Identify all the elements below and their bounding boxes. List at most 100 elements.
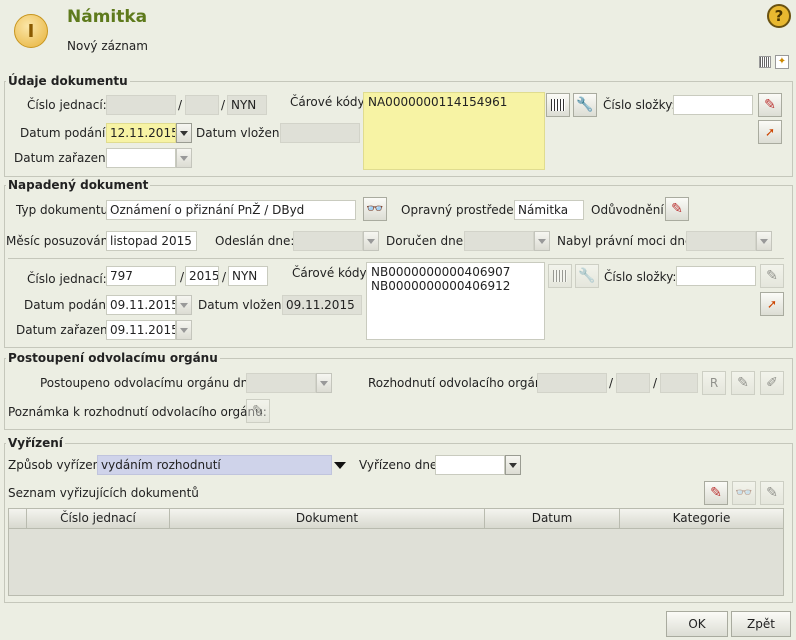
vyrizeni-legend: Vyřízení xyxy=(6,436,65,450)
napadeny-sort-button[interactable]: ➚ xyxy=(760,292,784,316)
barcode-small-icon[interactable] xyxy=(759,56,771,68)
postoupeno-field[interactable] xyxy=(246,373,316,393)
zpusob-vyrizeni-select[interactable]: vydáním rozhodnutí xyxy=(97,455,332,475)
napadeny-datum-podani-label: Datum podání: xyxy=(24,298,114,312)
napadeny-cj-label: Číslo jednací: xyxy=(27,272,107,286)
edit-folder-button[interactable]: ✎ xyxy=(758,93,782,117)
nabyl-field[interactable] xyxy=(686,231,756,251)
dorucen-dropdown[interactable] xyxy=(534,231,550,251)
page-title: Námitka xyxy=(67,7,148,27)
barcode-button[interactable] xyxy=(546,93,570,117)
mesic-posuzovani-label: Měsíc posuzování: xyxy=(6,234,116,248)
napadeny-cislo-slozky-field[interactable] xyxy=(676,266,756,286)
help-icon[interactable]: ? xyxy=(767,4,791,28)
column-header[interactable]: Kategorie xyxy=(620,509,783,529)
napadeny-edit-folder-button[interactable]: ✎ xyxy=(760,264,784,288)
column-header[interactable]: Datum xyxy=(485,509,620,529)
cislo-slozky-label: Číslo složky: xyxy=(603,98,676,112)
zpet-button[interactable]: Zpět xyxy=(731,611,791,637)
oduvodneni-button[interactable]: ✎ xyxy=(665,197,689,221)
rozhodnuti-suffix-field[interactable] xyxy=(660,373,698,393)
cislo-jednaci-label: Číslo jednací: xyxy=(27,98,107,112)
datum-podani-dropdown[interactable] xyxy=(176,123,192,143)
dorucen-field[interactable] xyxy=(464,231,534,251)
rozhodnuti-label: Rozhodnutí odvolacího orgánu xyxy=(368,376,551,390)
datum-vlozeni-label: Datum vložení: xyxy=(196,126,287,140)
seznam-edit-button[interactable]: ✎ xyxy=(760,481,784,505)
napadeny-legend: Napadený dokument xyxy=(6,178,151,192)
page-subtitle: Nový záznam xyxy=(67,39,148,53)
add-note-icon[interactable]: ✦ xyxy=(775,55,789,69)
datum-zarazeni-label: Datum zařazení: xyxy=(14,151,114,165)
vyrizeno-label: Vyřízeno dne: xyxy=(359,458,442,472)
rozhodnuti-edit-button[interactable]: ✎ xyxy=(731,371,755,395)
datum-zarazeni-field[interactable] xyxy=(106,148,176,168)
datum-vlozeni-field[interactable] xyxy=(280,123,360,143)
napadeny-datum-podani-field[interactable]: 09.11.2015 xyxy=(106,295,176,315)
napadeny-datum-zarazeni-dropdown[interactable] xyxy=(176,320,192,340)
napadeny-tools-button[interactable]: 🔧 xyxy=(575,264,599,288)
sort-button[interactable]: ➚ xyxy=(758,120,782,144)
tools-button[interactable]: 🔧 xyxy=(573,93,597,117)
napadeny-carove-kody-label: Čárové kódy: xyxy=(292,266,370,280)
carove-kody-label: Čárové kódy: xyxy=(290,95,368,109)
zpusob-vyrizeni-dropdown-arrow[interactable] xyxy=(334,462,346,469)
carove-kody-area[interactable]: NA0000000114154961 xyxy=(363,92,545,170)
opravny-prostredek-field[interactable]: Námitka xyxy=(514,200,584,220)
ok-button[interactable]: OK xyxy=(666,611,728,637)
nabyl-dropdown[interactable] xyxy=(756,231,772,251)
datum-zarazeni-dropdown[interactable] xyxy=(176,148,192,168)
r-button-label: R xyxy=(709,376,719,390)
seznam-add-button[interactable]: ✎ xyxy=(704,481,728,505)
typ-lookup-button[interactable]: 👓 xyxy=(363,197,387,221)
postoupeni-legend: Postoupení odvolacímu orgánu xyxy=(6,351,220,365)
napadeny-cj-number[interactable]: 797 xyxy=(106,266,176,286)
cislo-slozky-field[interactable] xyxy=(673,95,753,115)
postoupeni-section xyxy=(4,358,793,430)
napadeny-barcode-button[interactable] xyxy=(548,264,572,288)
oduvodneni-label: Odůvodnění: xyxy=(591,203,668,217)
typ-dokumentu-label: Typ dokumentu: xyxy=(16,203,113,217)
nabyl-label: Nabyl právní moci dne: xyxy=(557,234,697,248)
dorucen-label: Doručen dne: xyxy=(386,234,468,248)
datum-podani-field[interactable]: 12.11.2015 xyxy=(106,123,176,143)
vyrizeno-field[interactable] xyxy=(435,455,505,475)
edit-list-icon: ✎ xyxy=(766,485,778,501)
napadeny-datum-podani-dropdown[interactable] xyxy=(176,295,192,315)
napadeny-cislo-slozky-label: Číslo složky: xyxy=(604,270,677,284)
barcode-icon xyxy=(551,99,565,111)
seznam-view-button[interactable]: 👓 xyxy=(732,481,756,505)
postoupeno-dropdown[interactable] xyxy=(316,373,332,393)
napadeny-carove-kody-area[interactable]: NB0000000000406907 NB0000000000406912 xyxy=(366,262,545,340)
mesic-posuzovani-field[interactable]: listopad 2015 xyxy=(106,231,197,251)
napadeny-datum-vlozeni-label: Datum vložení: xyxy=(198,298,289,312)
napadeny-datum-zarazeni-label: Datum zařazení: xyxy=(16,323,116,337)
napadeny-cj-suffix[interactable]: NYN xyxy=(228,266,268,286)
rozhodnuti-attach-button[interactable]: ✐ xyxy=(760,371,784,395)
typ-dokumentu-field[interactable]: Oznámení o přiznání PnŽ / DByd xyxy=(106,200,356,220)
odeslan-label: Odeslán dne: xyxy=(215,234,295,248)
seznam-label: Seznam vyřizujících dokumentů xyxy=(8,486,199,500)
napadeny-cj-year[interactable]: 2015 xyxy=(185,266,219,286)
column-header[interactable]: Číslo jednací xyxy=(27,509,170,529)
udaje-legend: Údaje dokumentu xyxy=(6,74,130,88)
cj-suffix-field[interactable]: NYN xyxy=(227,95,267,115)
rozhodnuti-number-field[interactable] xyxy=(537,373,607,393)
odeslan-dropdown[interactable] xyxy=(363,231,379,251)
column-header[interactable]: Dokument xyxy=(170,509,485,529)
poznamka-label: Poznámka k rozhodnutí odvolacího orgánu: xyxy=(8,405,267,419)
napadeny-datum-vlozeni-field[interactable]: 09.11.2015 xyxy=(282,295,362,315)
edit-list-icon: ✎ xyxy=(766,268,778,284)
barcode-line: NB0000000000406912 xyxy=(371,279,511,293)
odeslan-field[interactable] xyxy=(293,231,363,251)
vyrizeno-dropdown[interactable] xyxy=(505,455,521,475)
napadeny-datum-zarazeni-field[interactable]: 09.11.2015 xyxy=(106,320,176,340)
table-row-selector-header xyxy=(9,509,27,529)
cj-number-field[interactable] xyxy=(106,95,176,115)
edit-note-icon: ✎ xyxy=(671,201,683,217)
cj-year-field[interactable] xyxy=(185,95,219,115)
r-button[interactable]: R xyxy=(702,371,726,395)
poznamka-button[interactable]: ✎ xyxy=(246,399,270,423)
zpusob-vyrizeni-label: Způsob vyřízení: xyxy=(8,458,108,472)
rozhodnuti-year-field[interactable] xyxy=(616,373,650,393)
